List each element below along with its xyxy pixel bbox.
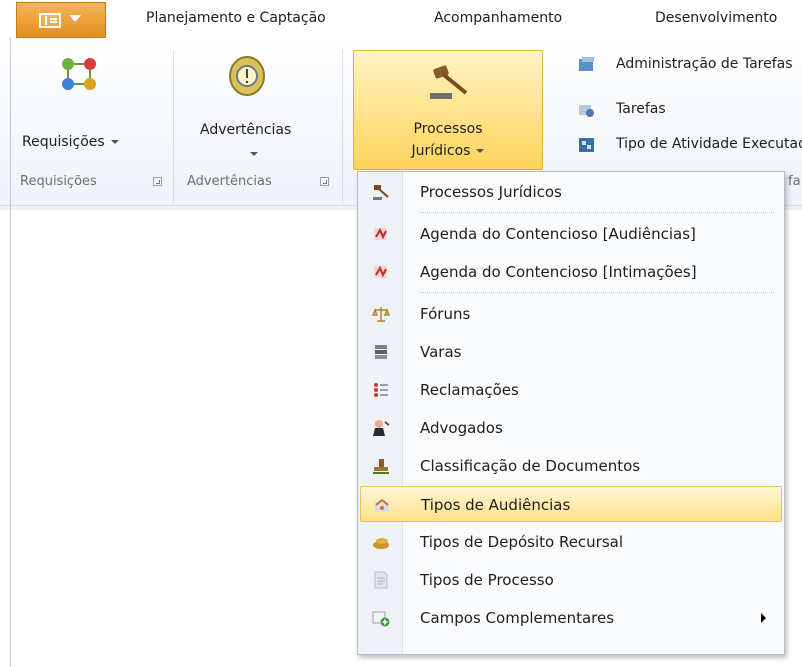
advertencias-label: Advertências (200, 122, 292, 138)
menu-item-label: Fóruns (420, 305, 471, 323)
gavel-icon (373, 185, 389, 200)
dropdown-arrow-icon (250, 152, 258, 156)
dropdown-arrow-icon (110, 140, 119, 144)
menu-item-label: Reclamações (420, 381, 519, 399)
warning-badge-icon (229, 56, 265, 96)
menu-item-reclamacoes[interactable]: Reclamações (360, 372, 782, 408)
menu-item-deposito-recursal[interactable]: Tipos de Depósito Recursal (360, 524, 782, 560)
tipo-atividade-label: Tipo de Atividade Executada (616, 136, 802, 152)
menu-item-tipos-audiencias[interactable]: Tipos de Audiências (360, 486, 782, 522)
processos-label-line2: Jurídicos (411, 143, 471, 159)
calendar-icon (374, 227, 387, 240)
tarefas-item[interactable]: Tarefas (578, 97, 802, 121)
app-menu-icon (39, 13, 61, 28)
add-field-icon (372, 611, 390, 627)
group-launcher-icon[interactable] (320, 177, 329, 186)
group-separator (173, 50, 174, 204)
processos-label-line1: Processos (413, 121, 483, 137)
people-group-icon (62, 58, 96, 90)
tipo-atividade-item[interactable]: Tipo de Atividade Executada (578, 134, 802, 158)
menu-item-tipos-processo[interactable]: Tipos de Processo (360, 562, 782, 598)
menu-item-label: Tipos de Depósito Recursal (420, 533, 624, 551)
menu-item-label: Classificação de Documentos (420, 457, 641, 475)
menu-item-label: Tipos de Audiências (421, 496, 571, 514)
menu-item-label: Campos Complementares (420, 609, 615, 627)
processos-juridicos-button[interactable]: Processos Jurídicos (353, 50, 543, 170)
menu-separator (420, 292, 774, 293)
advertencias-button[interactable]: Advertências (180, 50, 330, 170)
processos-dropdown-menu: Processos Jurídicos Agenda do Contencios… (357, 171, 785, 655)
tab-desenvolvimento[interactable]: Desenvolvimento (655, 10, 777, 26)
money-icon (373, 538, 389, 549)
stamp-icon (373, 459, 389, 474)
menu-item-classificacao-documentos[interactable]: Classificação de Documentos (360, 448, 782, 484)
lawyer-icon (373, 420, 390, 436)
group-launcher-icon[interactable] (153, 177, 162, 186)
window-border (10, 38, 11, 667)
menu-item-foruns[interactable]: Fóruns (360, 296, 782, 332)
menu-item-label: Agenda do Contencioso [Audiências] (420, 225, 696, 243)
requisicoes-button[interactable]: Requisições (22, 50, 150, 170)
group-label-advertencias: Advertências (187, 174, 272, 189)
activity-type-icon (579, 138, 594, 152)
app-menu-button[interactable] (16, 2, 106, 38)
menu-item-campos-complementares[interactable]: Campos Complementares (360, 600, 782, 636)
scales-icon (372, 307, 390, 322)
task-admin-icon (579, 57, 594, 71)
group-label-requisicoes: Requisições (20, 174, 97, 189)
menu-item-advogados[interactable]: Advogados (360, 410, 782, 446)
menu-item-label: Varas (420, 343, 462, 361)
menu-separator (420, 212, 774, 213)
books-icon (375, 345, 387, 359)
tasks-icon (579, 105, 594, 117)
menu-item-agenda-intimacoes[interactable]: Agenda do Contencioso [Intimações] (360, 254, 782, 290)
gavel-icon (430, 65, 468, 99)
tarefas-label: Tarefas (616, 101, 666, 117)
menu-item-label: Tipos de Processo (420, 571, 554, 589)
chevron-down-icon (69, 15, 81, 22)
hearing-icon (375, 498, 389, 512)
menu-item-label: Advogados (420, 419, 503, 437)
menu-item-processos-juridicos[interactable]: Processos Jurídicos (360, 174, 782, 210)
administracao-tarefas-label: Administração de Tarefas (616, 56, 793, 72)
menu-item-agenda-audiencias[interactable]: Agenda do Contencioso [Audiências] (360, 216, 782, 252)
requisicoes-label: Requisições (22, 134, 105, 150)
tab-planejamento[interactable]: Planejamento e Captação (146, 10, 326, 26)
tab-acompanhamento[interactable]: Acompanhamento (434, 10, 562, 26)
menu-item-label: Processos Jurídicos (420, 183, 562, 201)
administracao-tarefas-item[interactable]: Administração de Tarefas (578, 54, 802, 78)
menu-item-label: Agenda do Contencioso [Intimações] (420, 263, 697, 281)
document-icon (374, 571, 388, 589)
submenu-arrow-icon (761, 613, 766, 623)
calendar-icon (374, 265, 387, 278)
dropdown-arrow-icon (476, 149, 485, 153)
menu-item-varas[interactable]: Varas (360, 334, 782, 370)
group-separator (342, 50, 343, 204)
group-label-partial: fa (788, 174, 801, 189)
list-icon (374, 383, 388, 397)
